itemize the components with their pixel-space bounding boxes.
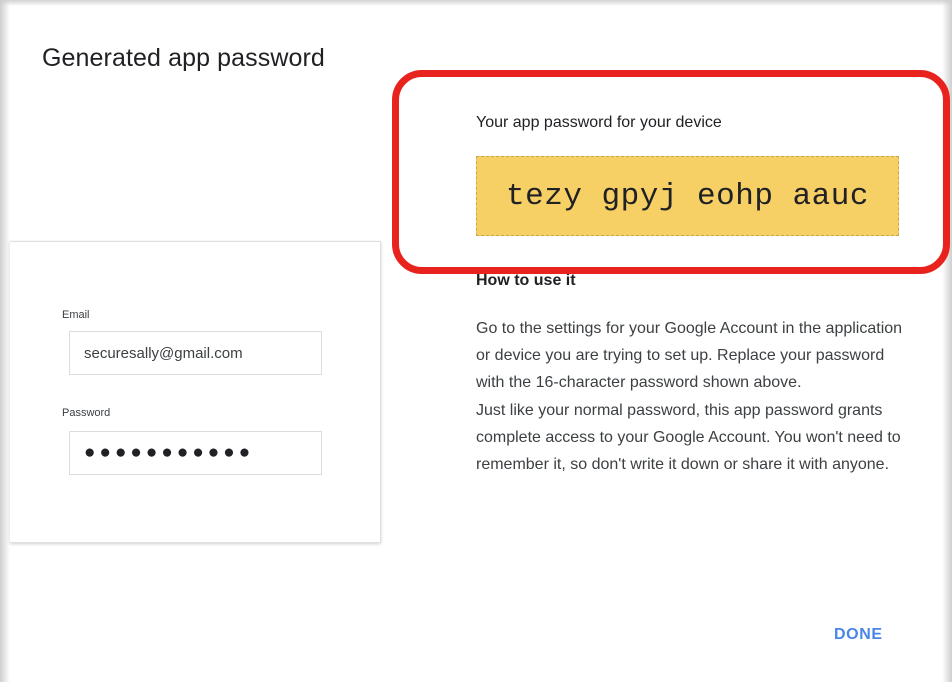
- how-to-heading: How to use it: [476, 272, 576, 289]
- password-mask: ●●●●●●●●●●●: [84, 442, 255, 463]
- instructions-paragraph-1: Go to the settings for your Google Accou…: [476, 320, 903, 392]
- password-label: Password: [62, 407, 111, 419]
- app-password-box[interactable]: tezy gpyj eohp aauc: [476, 156, 899, 236]
- app-password-value: tezy gpyj eohp aauc: [506, 178, 869, 214]
- password-field[interactable]: ●●●●●●●●●●●: [69, 431, 322, 475]
- dialog-title: Generated app password: [42, 44, 325, 72]
- device-sign-in-illustration: Email Password ●●●●●●●●●●●: [10, 241, 381, 543]
- email-label: Email: [62, 309, 90, 321]
- dialog-left-shadow: [0, 0, 10, 682]
- instructions-paragraph-2: Just like your normal password, this app…: [476, 401, 901, 474]
- app-password-dialog: Generated app password Email Password ●●…: [0, 0, 952, 682]
- dialog-right-shadow: [942, 0, 952, 682]
- done-button[interactable]: DONE: [826, 620, 891, 650]
- app-password-heading: Your app password for your device: [476, 114, 722, 131]
- email-field[interactable]: [69, 331, 322, 375]
- dialog-top-shadow: [0, 0, 952, 6]
- how-to-instructions: Go to the settings for your Google Accou…: [476, 315, 906, 478]
